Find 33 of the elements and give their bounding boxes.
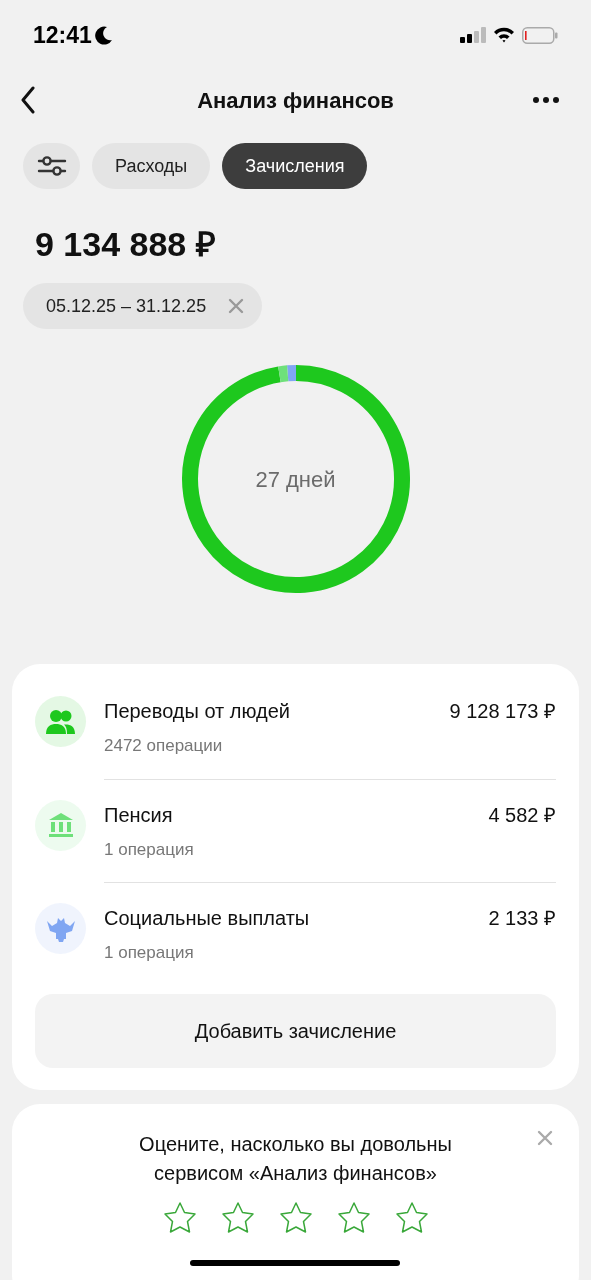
add-income-button[interactable]: Добавить зачисление [35,993,556,1068]
sliders-icon [36,155,67,177]
period-chip[interactable]: 05.12.25 – 31.12.25 [23,283,263,329]
period-label: 05.12.25 – 31.12.25 [46,294,207,318]
tab[interactable]: Расходы [92,143,211,189]
operations-count: 2472 операции [104,735,224,757]
star-icon[interactable] [161,1199,198,1236]
status-time: 12:41 [33,20,92,50]
moon-icon [94,25,113,45]
wifi-icon [493,27,515,43]
page-title: Анализ финансов [197,86,394,115]
category-title: Переводы от людей [104,699,291,724]
category-title: Пенсия [104,802,174,828]
total-amount: 9 134 888 ₽ [35,225,216,263]
star-icon[interactable] [277,1199,314,1236]
star-icon[interactable] [393,1199,430,1236]
category-title: Социальные выплаты [104,906,310,931]
rating-question: Оцените, насколько вы довольны сервисом «Анализ финансов» [138,1131,453,1186]
category-amount: 2 133 ₽ [488,906,556,931]
operations-count: 1 операция [104,942,195,964]
filter-button[interactable] [23,143,80,189]
battery-icon [522,26,558,44]
more-button[interactable] [533,94,559,106]
star-icon[interactable] [335,1199,372,1236]
close-icon[interactable] [228,298,245,314]
tab[interactable]: Зачисления [222,143,368,189]
signal-icon [460,27,486,43]
close-icon[interactable] [537,1129,553,1146]
star-icon[interactable] [219,1199,256,1236]
days-label: 27 дней [255,465,336,494]
category-amount: 4 582 ₽ [488,802,556,828]
category-amount: 9 128 173 ₽ [449,699,556,724]
operations-count: 1 операция [104,838,194,861]
